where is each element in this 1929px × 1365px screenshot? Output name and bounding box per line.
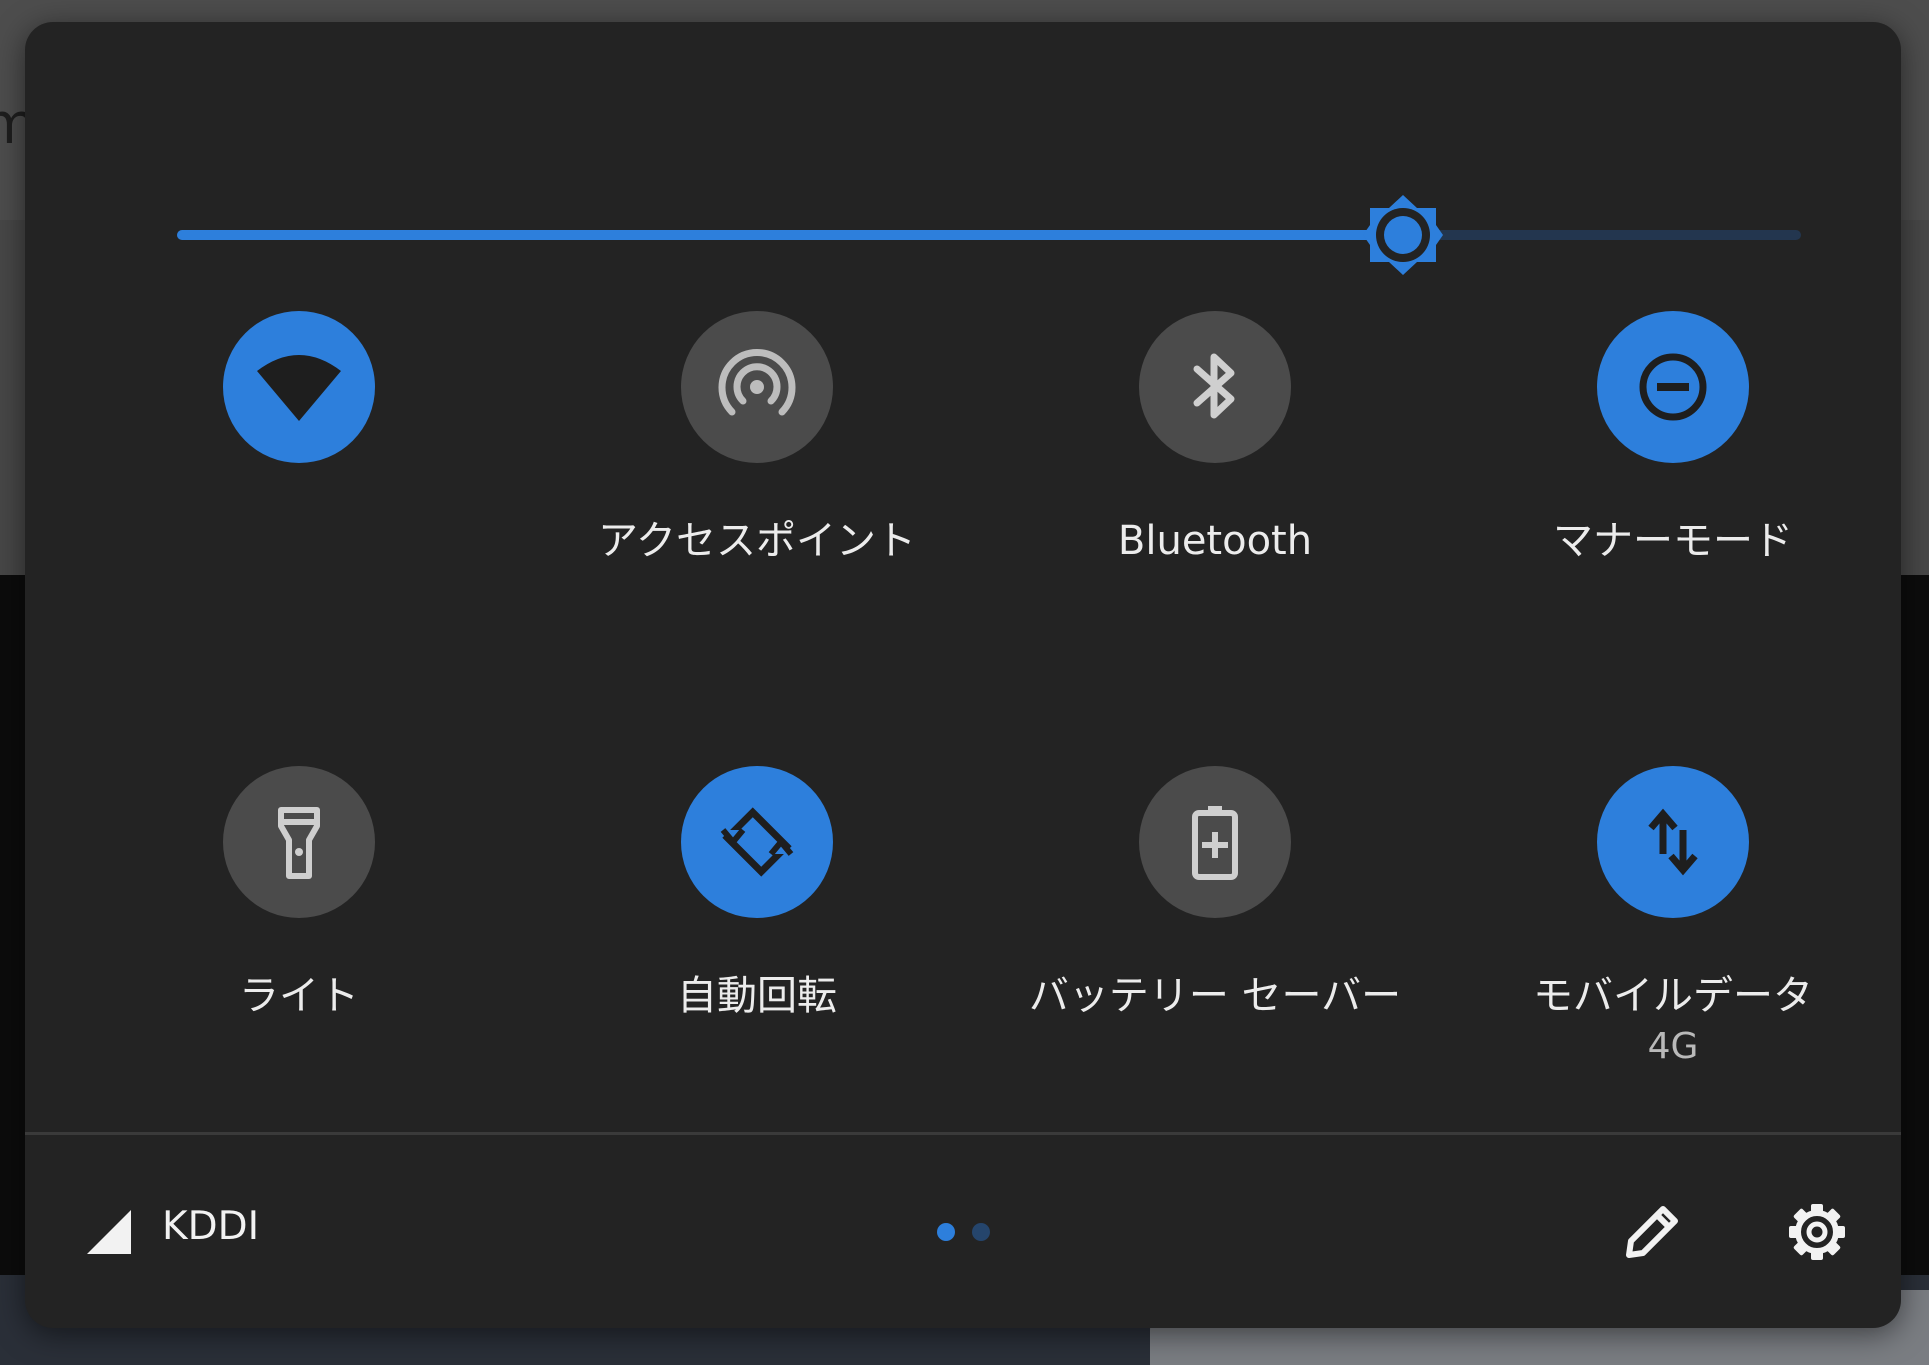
flashlight-icon — [278, 807, 320, 879]
flashlight-button[interactable] — [223, 766, 375, 918]
mobile-data-icon — [1648, 808, 1698, 876]
edit-icon — [1626, 1206, 1678, 1258]
brightness-icon[interactable] — [1361, 193, 1445, 277]
tile-sublabel: 4G — [1647, 1026, 1699, 1067]
bluetooth-icon — [1193, 353, 1235, 419]
tile-wifi[interactable] — [69, 311, 529, 517]
carrier-name: KDDI — [162, 1204, 260, 1249]
brightness-slider[interactable] — [177, 195, 1801, 275]
mobile-data-button[interactable] — [1597, 766, 1749, 918]
wifi-button[interactable] — [223, 311, 375, 463]
quick-settings-panel: アクセスポイント Bluetooth マナーモード ライト 自動回転 バッテリー… — [25, 22, 1901, 1328]
footer-divider — [25, 1132, 1901, 1135]
battery-saver-button[interactable] — [1139, 766, 1291, 918]
page-dot-inactive[interactable] — [972, 1223, 990, 1241]
tile-flashlight[interactable]: ライト — [69, 766, 529, 1020]
page-dot-active[interactable] — [937, 1223, 955, 1241]
bluetooth-button[interactable] — [1139, 311, 1291, 463]
edit-button[interactable] — [1617, 1197, 1687, 1267]
battery-saver-icon — [1192, 806, 1238, 880]
settings-button[interactable] — [1782, 1197, 1852, 1267]
tile-auto-rotate[interactable]: 自動回転 — [527, 766, 987, 1020]
tile-label: 自動回転 — [677, 973, 837, 1019]
page-indicator[interactable] — [937, 1223, 990, 1241]
hotspot-button[interactable] — [681, 311, 833, 463]
tile-label: バッテリー セーバー — [1028, 973, 1402, 1019]
tile-label: モバイルデータ — [1533, 973, 1813, 1019]
tile-do-not-disturb[interactable]: マナーモード — [1443, 311, 1903, 565]
auto-rotate-icon — [720, 807, 794, 877]
tile-label: マナーモード — [1553, 518, 1793, 564]
tile-hotspot[interactable]: アクセスポイント — [527, 311, 987, 565]
tile-label: Bluetooth — [1117, 518, 1313, 564]
signal-icon — [87, 1210, 131, 1258]
auto-rotate-button[interactable] — [681, 766, 833, 918]
tile-bluetooth[interactable]: Bluetooth — [985, 311, 1445, 565]
tile-label: ライト — [239, 973, 359, 1019]
do-not-disturb-icon — [1639, 353, 1707, 421]
brightness-fill — [177, 230, 1404, 240]
do-not-disturb-button[interactable] — [1597, 311, 1749, 463]
settings-icon — [1789, 1204, 1845, 1260]
tile-mobile-data[interactable]: モバイルデータ 4G — [1443, 766, 1903, 1067]
hotspot-icon — [718, 349, 796, 416]
wifi-icon — [257, 355, 341, 421]
tile-battery-saver[interactable]: バッテリー セーバー — [985, 766, 1445, 1020]
tile-label: アクセスポイント — [598, 518, 916, 564]
